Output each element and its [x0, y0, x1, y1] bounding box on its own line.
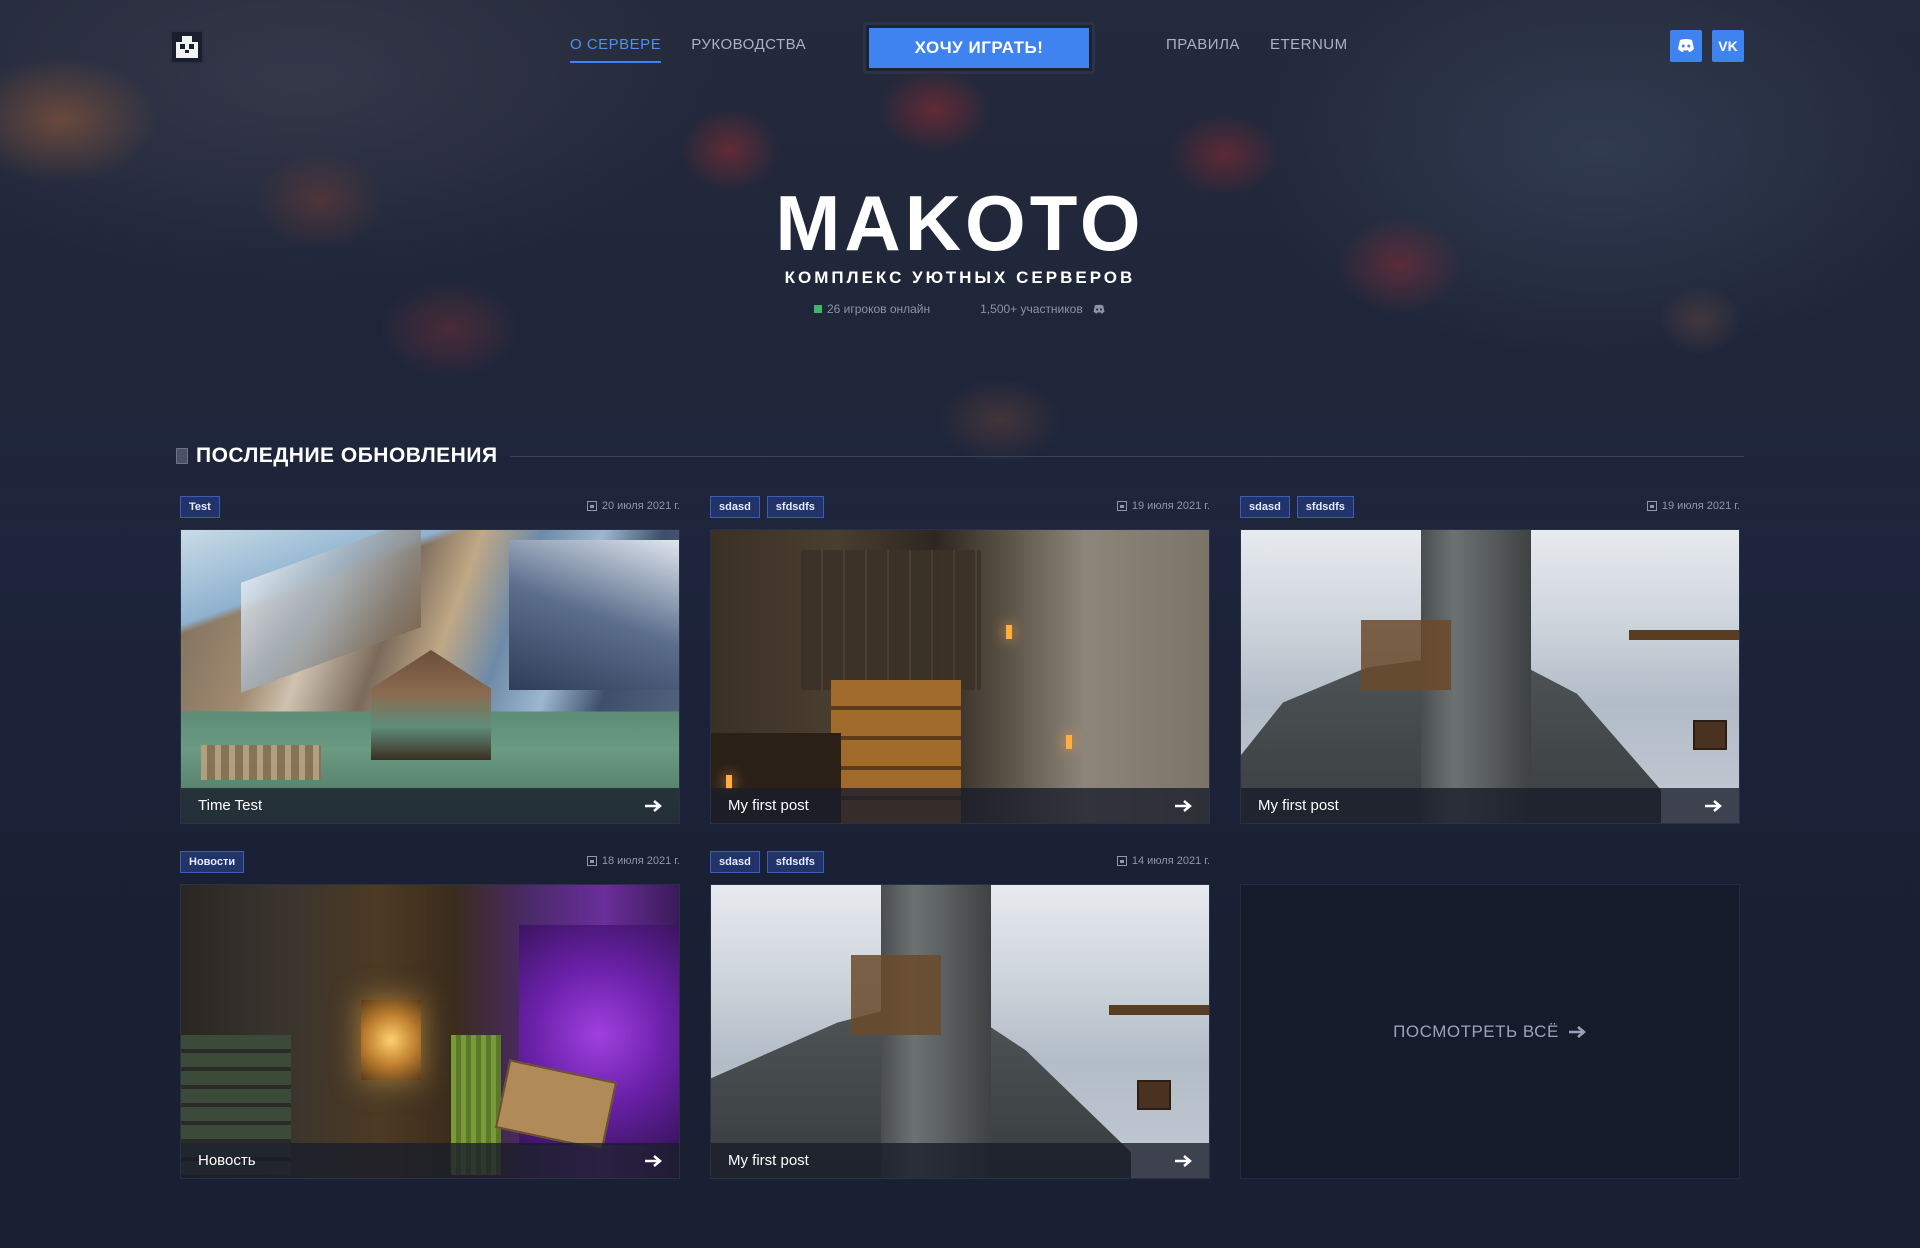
post-title: Новость	[198, 1152, 256, 1169]
post-thumbnail	[1241, 530, 1739, 823]
post-tag[interactable]: sfdsdfs	[766, 851, 824, 873]
section-divider	[509, 455, 1744, 457]
panda-icon	[176, 36, 198, 58]
post-card: Test 20 июля 2021 г. Time Test	[180, 496, 680, 824]
arrow-right-icon	[1705, 799, 1722, 812]
post-meta: sdasd sfdsdfs 19 июля 2021 г.	[710, 496, 1210, 522]
online-count: 26 игроков онлайн	[826, 302, 931, 316]
post-title: Time Test	[198, 797, 263, 814]
hero-stats: 26 игроков онлайн 1,500+ участников	[0, 302, 1920, 316]
post-card: sdasd sfdsdfs 19 июля 2021 г. My first post	[1240, 496, 1740, 824]
post-date: 14 июля 2021 г.	[1116, 851, 1210, 867]
post-date: 20 июля 2021 г.	[586, 496, 680, 512]
post-meta: sdasd sfdsdfs 14 июля 2021 г.	[710, 851, 1210, 877]
calendar-icon	[1116, 856, 1127, 866]
online-stat: 26 игроков онлайн	[813, 302, 931, 316]
members-count: 1,500+ участников	[980, 302, 1083, 316]
post-tags: Test	[180, 496, 220, 518]
vk-icon: VK	[1718, 38, 1738, 54]
calendar-icon	[1116, 501, 1127, 511]
post-date: 19 июля 2021 г.	[1116, 496, 1210, 512]
calendar-icon	[586, 856, 597, 866]
arrow-right-icon	[645, 799, 662, 812]
section-title: ПОСЛЕДНИЕ ОБНОВЛЕНИЯ	[196, 444, 498, 467]
post-tags: sdasd sfdsdfs	[710, 851, 824, 873]
post-date-text: 14 июля 2021 г.	[1131, 855, 1210, 867]
post-tags: sdasd sfdsdfs	[710, 496, 824, 518]
post-card: sdasd sfdsdfs 19 июля 2021 г. My first post	[710, 496, 1210, 824]
view-all-button[interactable]: ПОСМОТРЕТЬ ВСЁ	[1240, 884, 1740, 1179]
post-date: 19 июля 2021 г.	[1646, 496, 1740, 512]
discord-button[interactable]	[1670, 30, 1702, 62]
post-thumbnail	[181, 885, 679, 1178]
nav-guides[interactable]: РУКОВОДСТВА	[691, 36, 806, 63]
arrow-right-icon	[1175, 799, 1192, 812]
posts-grid: Test 20 июля 2021 г. Time Test sdasd sfdsdfs…	[180, 496, 1740, 1179]
post-tags: sdasd sfdsdfs	[1240, 496, 1354, 518]
hero: MAKOTO КОМПЛЕКС УЮТНЫХ СЕРВЕРОВ 26 игрок…	[0, 180, 1920, 316]
post-title-bar[interactable]: My first post	[711, 788, 1209, 823]
post-meta: Новости 18 июля 2021 г.	[180, 851, 680, 877]
post-tag[interactable]: sfdsdfs	[1296, 496, 1354, 518]
post-title-bar[interactable]: My first post	[711, 1143, 1209, 1178]
document-icon	[176, 448, 188, 464]
post-date-text: 20 июля 2021 г.	[601, 500, 680, 512]
calendar-icon	[1646, 501, 1657, 511]
nav-eternum[interactable]: ETERNUM	[1270, 36, 1348, 63]
play-button[interactable]: ХОЧУ ИГРАТЬ!	[863, 22, 1095, 74]
post-image-link[interactable]: My first post	[1240, 529, 1740, 824]
post-thumbnail	[711, 530, 1209, 823]
post-date-text: 19 июля 2021 г.	[1131, 500, 1210, 512]
header: О СЕРВЕРЕ РУКОВОДСТВА ХОЧУ ИГРАТЬ! ПРАВИ…	[170, 22, 1744, 74]
calendar-icon	[586, 501, 597, 511]
post-tag[interactable]: sdasd	[710, 496, 760, 518]
post-tags: Новости	[180, 851, 245, 873]
post-date: 18 июля 2021 г.	[586, 851, 680, 867]
arrow-right-icon	[1568, 1025, 1586, 1038]
arrow-right-icon	[1175, 1154, 1192, 1167]
post-image-link[interactable]: Новость	[180, 884, 680, 1179]
hero-title: MAKOTO	[775, 179, 1145, 267]
post-thumbnail	[711, 885, 1209, 1178]
post-title: My first post	[728, 797, 809, 814]
post-tag[interactable]: sdasd	[1240, 496, 1290, 518]
nav-rules[interactable]: ПРАВИЛА	[1166, 36, 1240, 63]
nav-left: О СЕРВЕРЕ РУКОВОДСТВА	[570, 36, 806, 63]
post-tag[interactable]: sfdsdfs	[766, 496, 824, 518]
post-card: Новости 18 июля 2021 г. Новость	[180, 851, 680, 1179]
post-title-bar[interactable]: My first post	[1241, 788, 1739, 823]
post-thumbnail	[181, 530, 679, 823]
post-title-bar[interactable]: Новость	[181, 1143, 679, 1178]
play-button-label: ХОЧУ ИГРАТЬ!	[869, 28, 1089, 68]
post-image-link[interactable]: My first post	[710, 529, 1210, 824]
post-date-text: 19 июля 2021 г.	[1661, 500, 1740, 512]
arrow-right-icon	[645, 1154, 662, 1167]
post-meta: Test 20 июля 2021 г.	[180, 496, 680, 522]
discord-icon	[1093, 304, 1105, 314]
logo[interactable]	[170, 30, 204, 64]
post-card: sdasd sfdsdfs 14 июля 2021 г. My first post	[710, 851, 1210, 1179]
nav-right: ПРАВИЛА ETERNUM	[1166, 36, 1348, 63]
post-tag[interactable]: sdasd	[710, 851, 760, 873]
post-title-bar[interactable]: Time Test	[181, 788, 679, 823]
section-header: ПОСЛЕДНИЕ ОБНОВЛЕНИЯ	[176, 444, 1744, 468]
post-tag[interactable]: Новости	[180, 851, 245, 873]
post-date-text: 18 июля 2021 г.	[601, 855, 680, 867]
vk-button[interactable]: VK	[1712, 30, 1744, 62]
discord-icon	[1678, 39, 1694, 52]
members-stat[interactable]: 1,500+ участников	[980, 302, 1106, 316]
post-image-link[interactable]: My first post	[710, 884, 1210, 1179]
hero-subtitle: КОМПЛЕКС УЮТНЫХ СЕРВЕРОВ	[784, 268, 1136, 287]
post-image-link[interactable]: Time Test	[180, 529, 680, 824]
social-links: VK	[1670, 30, 1744, 62]
nav-about[interactable]: О СЕРВЕРЕ	[570, 36, 662, 63]
online-indicator-icon	[813, 305, 822, 313]
view-all-label: ПОСМОТРЕТЬ ВСЁ	[1393, 1021, 1559, 1041]
post-title: My first post	[1258, 797, 1339, 814]
post-title: My first post	[728, 1152, 809, 1169]
post-meta: sdasd sfdsdfs 19 июля 2021 г.	[1240, 496, 1740, 522]
post-tag[interactable]: Test	[180, 496, 220, 518]
